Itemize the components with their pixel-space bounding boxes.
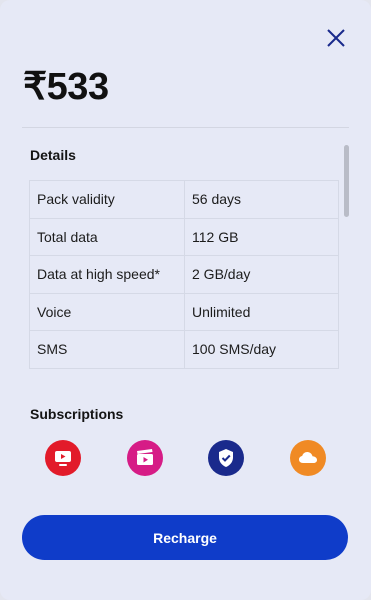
scrollbar[interactable] <box>344 145 349 217</box>
detail-value: 100 SMS/day <box>184 330 339 369</box>
subscriptions-heading: Subscriptions <box>30 406 124 422</box>
detail-label: Data at high speed* <box>29 255 185 294</box>
cinema-app-icon[interactable] <box>127 440 163 476</box>
table-row: Data at high speed* 2 GB/day <box>29 255 339 294</box>
details-heading: Details <box>30 147 76 163</box>
detail-value: 2 GB/day <box>184 255 339 294</box>
table-row: Pack validity 56 days <box>29 180 339 219</box>
detail-label: Voice <box>29 292 185 331</box>
security-shield-icon[interactable] <box>208 440 244 476</box>
plan-details-dialog: ₹533 Details Pack validity 56 days Total… <box>0 0 371 600</box>
details-table: Pack validity 56 days Total data 112 GB … <box>29 180 339 369</box>
tv-app-icon[interactable] <box>45 440 81 476</box>
detail-value: Unlimited <box>184 292 339 331</box>
table-row: SMS 100 SMS/day <box>29 330 339 369</box>
plan-price: ₹533 <box>23 66 109 108</box>
close-icon[interactable] <box>325 27 347 49</box>
detail-label: Pack validity <box>29 180 185 219</box>
recharge-button[interactable]: Recharge <box>22 515 348 560</box>
plan-details-scroll-area[interactable]: Details Pack validity 56 days Total data… <box>0 128 371 494</box>
detail-label: SMS <box>29 330 185 369</box>
table-row: Total data 112 GB <box>29 217 339 256</box>
detail-value: 56 days <box>184 180 339 219</box>
detail-label: Total data <box>29 217 185 256</box>
cloud-app-icon[interactable] <box>290 440 326 476</box>
table-row: Voice Unlimited <box>29 292 339 331</box>
detail-value: 112 GB <box>184 217 339 256</box>
